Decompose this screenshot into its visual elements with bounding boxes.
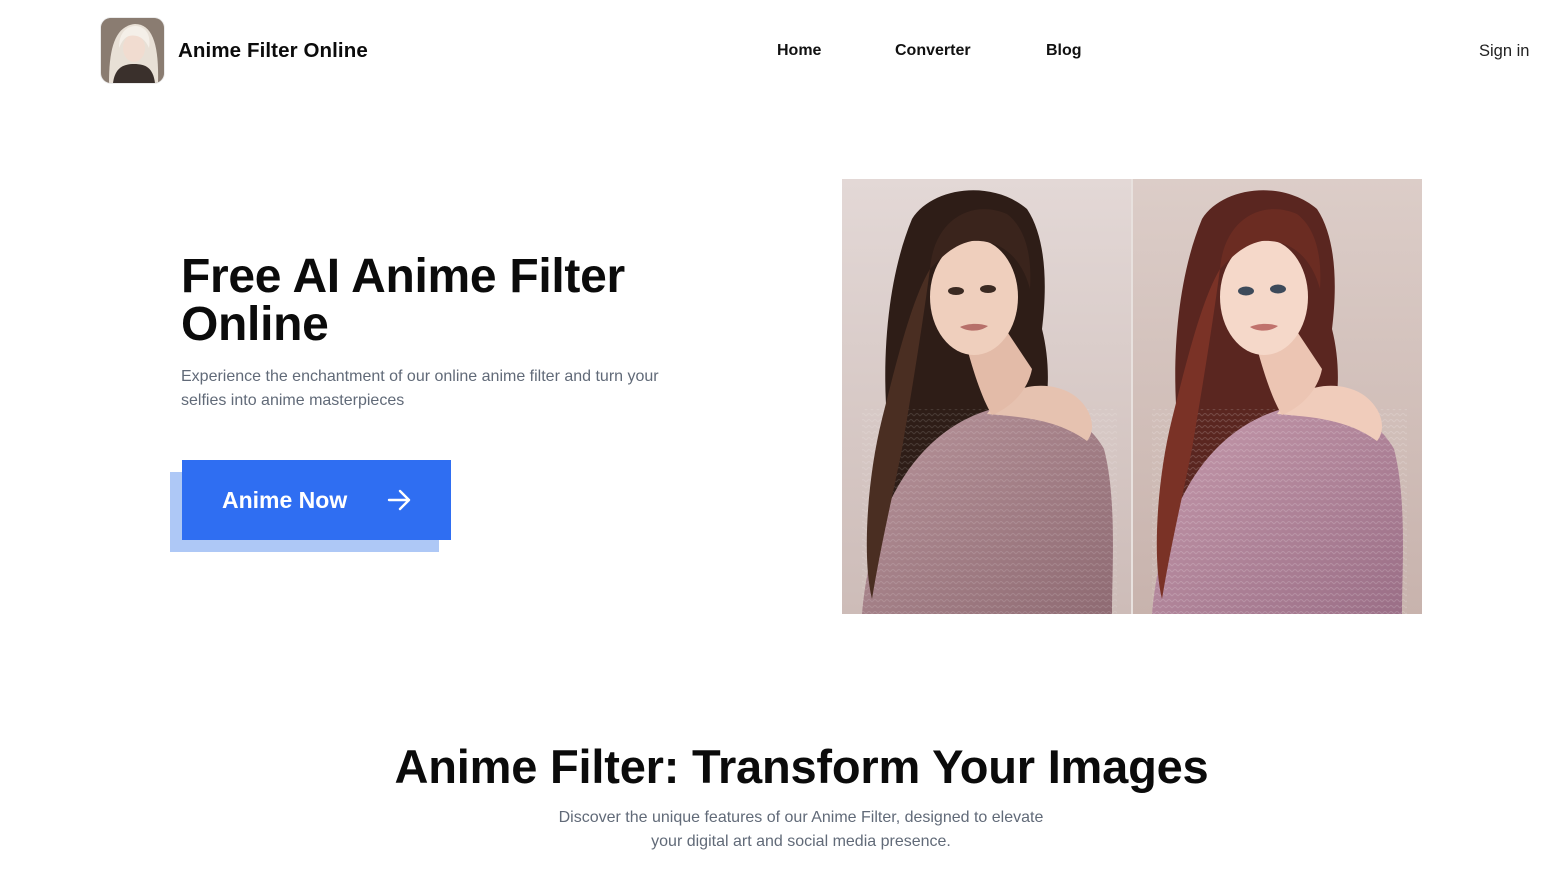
compare-divider bbox=[1131, 179, 1133, 614]
sign-in-link[interactable]: Sign in bbox=[1479, 41, 1529, 61]
nav-blog[interactable]: Blog bbox=[1046, 41, 1082, 61]
avatar-portrait-icon bbox=[101, 18, 164, 83]
features-title: Anime Filter: Transform Your Images bbox=[394, 740, 1209, 793]
hero-subtitle: Experience the enchantment of our online… bbox=[181, 368, 659, 409]
anime-now-button[interactable]: Anime Now bbox=[182, 460, 451, 540]
nav-home[interactable]: Home bbox=[777, 41, 821, 61]
brand-name[interactable]: Anime Filter Online bbox=[178, 38, 368, 64]
hero-title: Free AI Anime Filter Online bbox=[181, 250, 625, 351]
before-after-image bbox=[842, 179, 1422, 614]
logo-avatar-icon[interactable] bbox=[101, 18, 164, 83]
anime-now-label: Anime Now bbox=[222, 487, 348, 513]
original-photo bbox=[842, 179, 1132, 614]
features-subtitle: Discover the unique features of our Anim… bbox=[558, 809, 1044, 850]
site-header: Anime Filter Online Home Converter Blog … bbox=[0, 0, 1566, 100]
arrow-right-icon bbox=[387, 489, 411, 511]
anime-filtered-photo bbox=[1132, 179, 1422, 614]
nav-converter[interactable]: Converter bbox=[895, 41, 971, 61]
